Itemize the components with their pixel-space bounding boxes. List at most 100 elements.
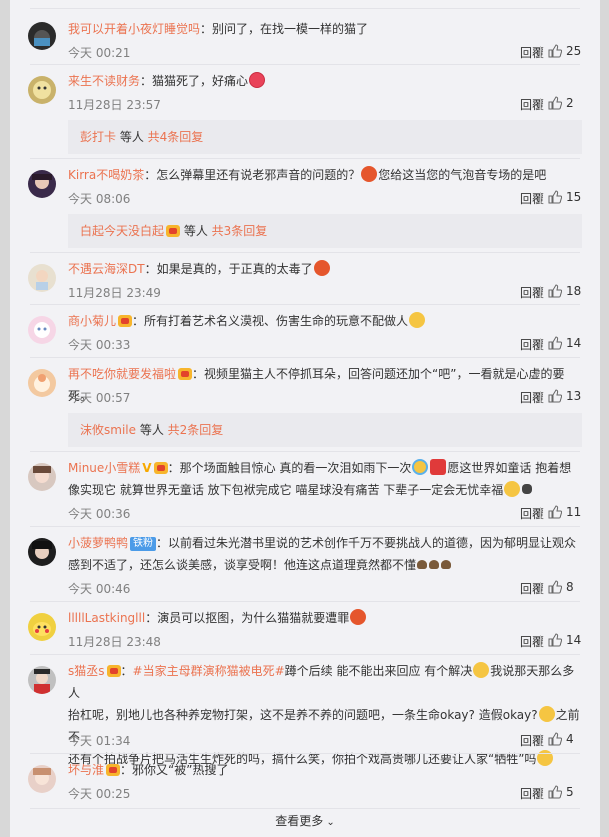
like-count: 18 [566,284,582,298]
avatar[interactable] [28,666,56,694]
more-replies-box[interactable]: 彭打卡 等人 共4条回复 [68,120,582,154]
timestamp: 今天 00:46 [68,582,131,596]
thumbs-up-icon [548,44,562,58]
divider [540,286,541,298]
verified-v-icon: V [142,461,152,475]
username-link[interactable]: Kirra不喝奶茶 [68,168,144,182]
like-button[interactable]: 2 [540,96,596,110]
view-more-button[interactable]: 查看更多 ⌄ [10,812,600,829]
divider [540,507,541,519]
thumbs-up-icon [548,96,562,110]
username-link[interactable]: 商小菊儿 [68,314,116,328]
username-link[interactable]: 我可以开着小夜灯睡觉吗 [68,22,200,36]
thumbs-up-icon [548,785,562,799]
divider [540,192,541,204]
username-link[interactable]: 坏与淮 [68,763,104,777]
comment-text: 不遇云海深DT：如果是真的，于正真的太毒了 [68,258,582,280]
divider [30,451,580,452]
reply-count-link[interactable]: 共3条回复 [212,224,268,238]
username-link[interactable]: 不遇云海深DT [68,262,145,276]
username-link[interactable]: 小菠萝鸭鸭 [68,536,128,550]
avatar[interactable] [28,264,56,292]
timestamp: 11月28日 23:49 [68,286,161,300]
like-count: 4 [566,732,574,746]
timestamp: 今天 00:21 [68,46,131,60]
username-link[interactable]: 再不吃你就要发福啦 [68,367,176,381]
username-link[interactable]: 来生不读财务 [68,74,140,88]
divider [540,787,541,799]
like-button[interactable]: 11 [540,505,596,519]
more-replies-box[interactable]: 沫攸smile 等人 共2条回复 [68,413,582,447]
divider [30,8,580,9]
thumbs-up-icon [548,505,562,519]
avatar[interactable] [28,463,56,491]
divider [540,734,541,746]
avatar[interactable] [28,76,56,104]
comment-text: Minue小雪糕 V ：那个场面触目惊心 真的看一次泪如雨下一次 愿这世界如童话 抱着… [68,457,582,501]
divider [540,391,541,403]
avatar[interactable] [28,613,56,641]
comment-text: 商小菊儿 ：所有打着艺术名义漠视、伤害生命的玩意不配做人 [68,310,582,332]
username-link[interactable]: lllllLastkinglll [68,611,145,625]
like-button[interactable]: 15 [540,190,596,204]
member-crown-icon [178,368,193,380]
smile-emoji-icon [409,312,426,328]
like-button[interactable]: 18 [540,284,596,298]
divider [30,808,580,809]
like-button[interactable]: 14 [540,633,596,647]
timestamp: 今天 00:36 [68,507,131,521]
like-button[interactable]: 4 [540,732,596,746]
comment-text: 来生不读财务：猫猫死了，好痛心 [68,70,582,92]
like-count: 2 [566,96,574,110]
sweat-emoji-icon [538,706,555,722]
reply-user-link[interactable]: 白起今天没白起 [80,224,164,238]
like-button[interactable]: 14 [540,336,596,350]
divider [540,338,541,350]
username-link[interactable]: s猫丞s [68,664,105,678]
reply-user-link[interactable]: 沫攸smile [80,423,136,437]
like-button[interactable]: 13 [540,389,596,403]
reply-count-link[interactable]: 共2条回复 [168,423,224,437]
divider [540,98,541,110]
angry-emoji-icon [350,609,367,625]
thumbs-up-icon [548,389,562,403]
like-button[interactable]: 25 [540,44,596,58]
timestamp: 11月28日 23:57 [68,98,161,112]
like-button[interactable]: 8 [540,580,596,594]
avatar[interactable] [28,170,56,198]
like-count: 13 [566,389,582,403]
thumbs-up-icon [548,284,562,298]
comment-text: 小菠萝鸭鸭 铁粉 ：以前看过朱光潜书里说的艺术创作千万不要挑战人的道德，因为郁明显让… [68,536,577,572]
reply-user-link[interactable]: 彭打卡 [80,130,116,144]
member-crown-icon [153,462,168,474]
username-link[interactable]: Minue小雪糕 [68,461,140,475]
avatar[interactable] [28,765,56,793]
reply-count-link[interactable]: 共4条回复 [148,130,204,144]
poop-emoji-icon [441,560,452,569]
divider [30,526,580,527]
thumbs-up-icon [548,336,562,350]
divider [540,582,541,594]
divider [540,46,541,58]
view-more-label: 查看更多 [275,814,324,828]
like-count: 14 [566,633,582,647]
thumbs-up-icon [548,580,562,594]
like-count: 25 [566,44,582,58]
thumbs-up-icon [548,190,562,204]
timestamp: 今天 00:25 [68,787,131,801]
member-crown-icon [106,665,121,677]
hashtag-link[interactable]: #当家主母群演称猫被电死# [133,664,285,678]
timestamp: 11月28日 23:48 [68,635,161,649]
divider [30,64,580,65]
avatar[interactable] [28,538,56,566]
avatar[interactable] [28,316,56,344]
avatar[interactable] [28,22,56,50]
avatar[interactable] [28,369,56,397]
like-count: 8 [566,580,574,594]
bug-icon [522,484,533,494]
like-button[interactable]: 5 [540,785,596,799]
more-replies-box[interactable]: 白起今天没白起 等人 共3条回复 [68,214,582,248]
angry-emoji-icon [361,166,378,182]
heart-emoji-icon [249,72,266,88]
comments-panel: 我可以开着小夜灯睡觉吗：别问了，在找一模一样的猫了 今天 00:21 回覆 25… [10,0,600,837]
